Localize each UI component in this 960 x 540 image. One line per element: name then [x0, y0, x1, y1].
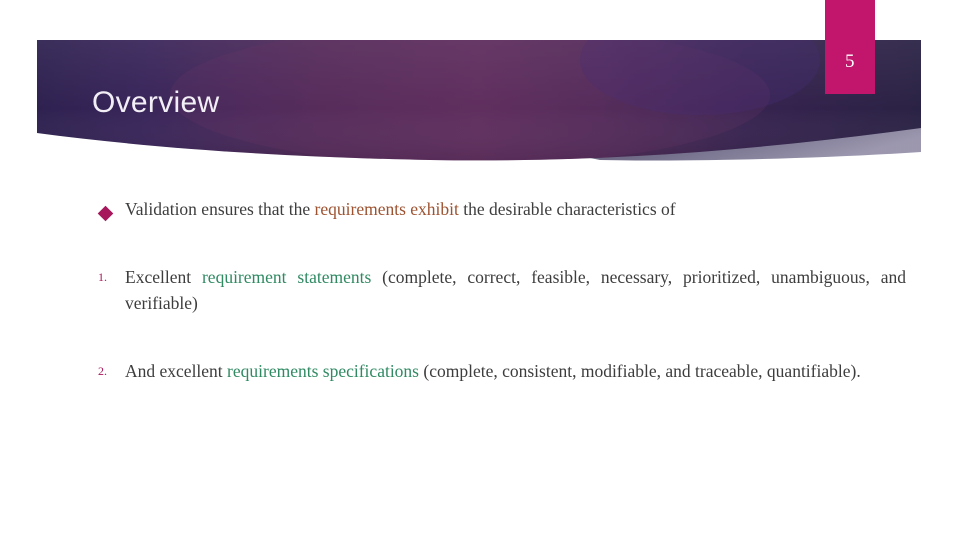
- bullet-text: And excellent requirements specification…: [125, 358, 906, 384]
- bullet-item: Validation ensures that the requirements…: [0, 196, 960, 222]
- text-run-highlight-rust: requirements exhibit: [314, 199, 459, 219]
- text-run-plain: Validation ensures that the: [125, 199, 315, 219]
- numbered-item: 1. Excellent requirement statements (com…: [0, 264, 960, 316]
- slide-number: 5: [845, 51, 855, 72]
- text-run-plain: (complete, consistent, modifiable, and t…: [419, 361, 861, 381]
- bullet-text: Excellent requirement statements (comple…: [125, 264, 906, 316]
- text-run-highlight-green: requirement statements: [201, 267, 372, 287]
- list-number-marker: 2.: [98, 364, 107, 378]
- diamond-bullet-icon: [97, 205, 114, 222]
- body-content: Validation ensures that the requirements…: [0, 196, 960, 384]
- slide-canvas: 5 Overview Validation ensures that the r…: [0, 0, 960, 540]
- text-run-highlight-green: requirements specifications: [227, 361, 419, 381]
- bullet-text: Validation ensures that the requirements…: [125, 196, 906, 222]
- list-number-marker: 1.: [98, 270, 107, 284]
- numbered-item: 2. And excellent requirements specificat…: [0, 358, 960, 384]
- text-run-plain: And excellent: [125, 361, 228, 381]
- page-title: Overview: [92, 86, 220, 119]
- slide-number-box: 5: [825, 0, 875, 94]
- text-run-plain: the desirable characteristics of: [458, 199, 676, 219]
- text-run-plain: Excellent: [125, 267, 202, 287]
